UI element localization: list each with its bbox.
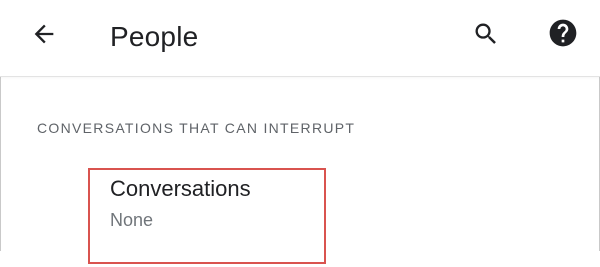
- back-button[interactable]: [26, 18, 62, 54]
- search-button[interactable]: [468, 18, 504, 54]
- conversations-preference[interactable]: Conversations None: [88, 168, 330, 267]
- section-header: CONVERSATIONS THAT CAN INTERRUPT: [37, 120, 356, 136]
- help-circle-icon: [547, 17, 579, 54]
- arrow-left-icon: [30, 20, 58, 53]
- help-button[interactable]: [544, 16, 582, 54]
- page-title: People: [110, 21, 199, 52]
- preference-summary: None: [110, 210, 154, 230]
- app-bar: People: [0, 0, 600, 77]
- search-icon: [472, 20, 500, 53]
- preference-title: Conversations: [110, 176, 251, 201]
